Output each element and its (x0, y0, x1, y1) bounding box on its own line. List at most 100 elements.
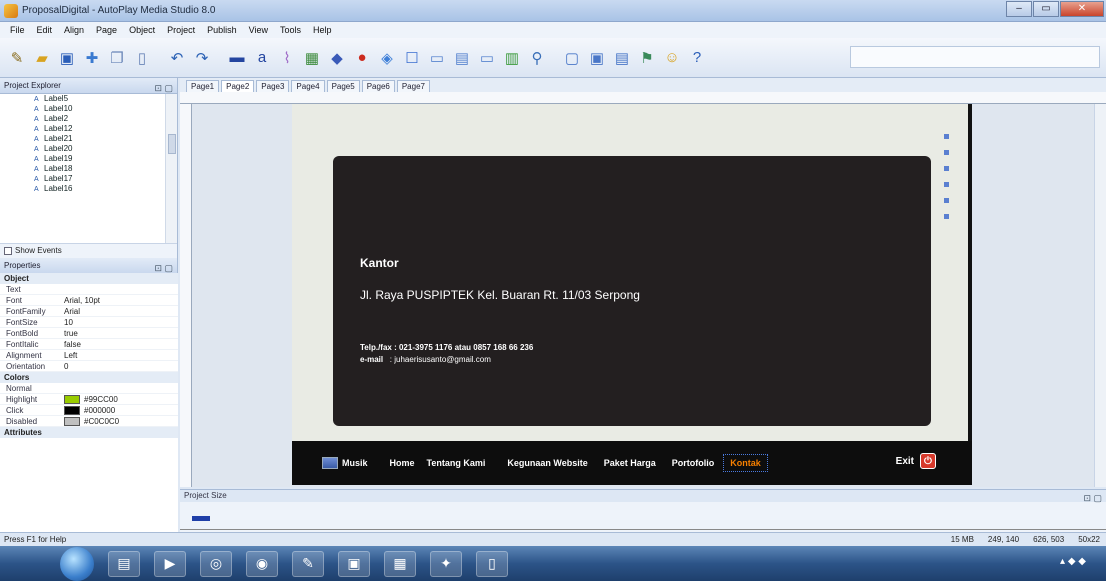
build-icon[interactable]: ⚑ (636, 47, 658, 69)
tree-item[interactable]: A Label19 (0, 154, 177, 164)
tab-page1[interactable]: Page1 (186, 80, 220, 92)
color-swatch[interactable] (64, 416, 80, 426)
page-props-icon[interactable]: ▤ (611, 47, 633, 69)
flash-icon[interactable]: ◈ (376, 47, 398, 69)
page-canvas[interactable]: Kantor Jl. Raya PUSPIPTEK Kel. Buaran Rt… (292, 104, 972, 485)
add-page-icon[interactable]: ✚ (81, 47, 103, 69)
presentation-icon[interactable]: ▦ (384, 550, 416, 577)
prop-row[interactable]: Alignment Left (0, 350, 178, 361)
paste-icon[interactable]: ▯ (131, 47, 153, 69)
open-folder-icon[interactable]: ▰ (31, 47, 53, 69)
scrollbar-thumb[interactable] (168, 134, 176, 154)
prop-value[interactable]: Arial, 10pt (64, 295, 178, 305)
tree-item[interactable]: A Label5 (0, 94, 177, 104)
handle[interactable] (944, 134, 949, 139)
copy-icon[interactable]: ❐ (106, 47, 128, 69)
explorer-icon[interactable]: ▤ (108, 550, 140, 577)
tab-page6[interactable]: Page6 (361, 80, 395, 92)
pen-icon[interactable]: ✎ (292, 550, 324, 577)
autoplay-icon[interactable]: ✦ (430, 550, 462, 577)
prop-row[interactable]: FontItalic false (0, 339, 178, 350)
tree-item[interactable]: A Label21 (0, 134, 177, 144)
tree-icon[interactable]: ▥ (501, 47, 523, 69)
nav-tentang-kami[interactable]: Tentang Kami (427, 458, 486, 468)
menu-object[interactable]: Object (123, 25, 161, 35)
prop-value[interactable]: false (64, 339, 178, 349)
tree-item[interactable]: A Label12 (0, 124, 177, 134)
tree-item[interactable]: A Label16 (0, 184, 177, 194)
prop-group-object[interactable]: Object (0, 273, 178, 284)
prop-row[interactable]: Text (0, 284, 178, 295)
handle[interactable] (944, 182, 949, 187)
chart-icon[interactable]: ▬ (226, 47, 248, 69)
menu-tools[interactable]: Tools (274, 25, 307, 35)
prop-row[interactable]: Disabled #C0C0C0 (0, 416, 178, 427)
prop-value[interactable]: 10 (64, 317, 178, 327)
help-icon[interactable]: ? (686, 47, 708, 69)
prop-row[interactable]: FontFamily Arial (0, 306, 178, 317)
prop-row[interactable]: Normal (0, 383, 178, 394)
show-events-option[interactable]: Show Events (0, 244, 177, 258)
redo-icon[interactable]: ↷ (191, 47, 213, 69)
handle[interactable] (944, 198, 949, 203)
firefox-icon[interactable]: ◉ (246, 550, 278, 577)
prop-row[interactable]: Font Arial, 10pt (0, 295, 178, 306)
content-panel[interactable]: Kantor Jl. Raya PUSPIPTEK Kel. Buaran Rt… (333, 156, 931, 426)
tree-item[interactable]: A Label2 (0, 114, 177, 124)
network-icon[interactable]: ◎ (200, 550, 232, 577)
menu-file[interactable]: File (4, 25, 31, 35)
minimize-button[interactable]: – (1006, 1, 1032, 17)
prop-row[interactable]: FontSize 10 (0, 317, 178, 328)
save-icon[interactable]: ▣ (56, 47, 78, 69)
prop-row[interactable]: Orientation 0 (0, 361, 178, 372)
prop-value[interactable]: #C0C0C0 (64, 416, 178, 426)
handle[interactable] (944, 150, 949, 155)
menu-project[interactable]: Project (161, 25, 201, 35)
prop-value[interactable]: #000000 (64, 405, 178, 415)
undo-icon[interactable]: ↶ (166, 47, 188, 69)
music-button[interactable]: Musik (322, 457, 368, 469)
listbox-icon[interactable]: ▭ (426, 47, 448, 69)
tab-page2[interactable]: Page2 (221, 80, 255, 92)
panel-pin-icon[interactable]: ⊡ ▢ (1083, 492, 1102, 504)
system-tray[interactable]: ▴ ◆ ◆ (1060, 556, 1086, 567)
page-copy-icon[interactable]: ▣ (586, 47, 608, 69)
prop-row[interactable]: Highlight #99CC00 (0, 394, 178, 405)
office-heading[interactable]: Kantor (360, 256, 399, 270)
menu-edit[interactable]: Edit (31, 25, 59, 35)
nav-paket-harga[interactable]: Paket Harga (604, 458, 656, 468)
close-button[interactable]: ✕ (1060, 1, 1104, 17)
tab-page5[interactable]: Page5 (326, 80, 360, 92)
exit-button[interactable]: Exit ⏻ (896, 453, 936, 469)
tree-item[interactable]: A Label18 (0, 164, 177, 174)
menu-align[interactable]: Align (58, 25, 90, 35)
start-button[interactable] (60, 546, 94, 581)
prop-value[interactable]: Arial (64, 306, 178, 316)
prop-value[interactable]: true (64, 328, 178, 338)
handle[interactable] (944, 166, 949, 171)
image-icon[interactable]: ▦ (301, 47, 323, 69)
tab-page7[interactable]: Page7 (396, 80, 430, 92)
record-icon[interactable]: ● (351, 47, 373, 69)
tree-item[interactable]: A Label10 (0, 104, 177, 114)
window-icon[interactable]: ▣ (338, 550, 370, 577)
nav-kegunaan-website[interactable]: Kegunaan Website (507, 458, 587, 468)
tree-item[interactable]: A Label17 (0, 174, 177, 184)
tree-scrollbar[interactable] (165, 94, 177, 243)
nav-portofolio[interactable]: Portofolio (672, 458, 715, 468)
menu-view[interactable]: View (243, 25, 274, 35)
tab-page3[interactable]: Page3 (256, 80, 290, 92)
prop-value[interactable]: 0 (64, 361, 178, 371)
label-icon[interactable]: a (251, 47, 273, 69)
prop-group-attributes[interactable]: Attributes (0, 427, 178, 438)
prop-value[interactable]: Left (64, 350, 178, 360)
search-icon[interactable]: ⚲ (526, 47, 548, 69)
prop-value[interactable]: #99CC00 (64, 394, 178, 404)
handle[interactable] (944, 214, 949, 219)
page-new-icon[interactable]: ▢ (561, 47, 583, 69)
show-events-checkbox[interactable] (4, 246, 12, 255)
input-icon[interactable]: ☐ (401, 47, 423, 69)
prop-value[interactable] (64, 284, 178, 294)
document-icon[interactable]: ▯ (476, 550, 508, 577)
menu-page[interactable]: Page (90, 25, 123, 35)
